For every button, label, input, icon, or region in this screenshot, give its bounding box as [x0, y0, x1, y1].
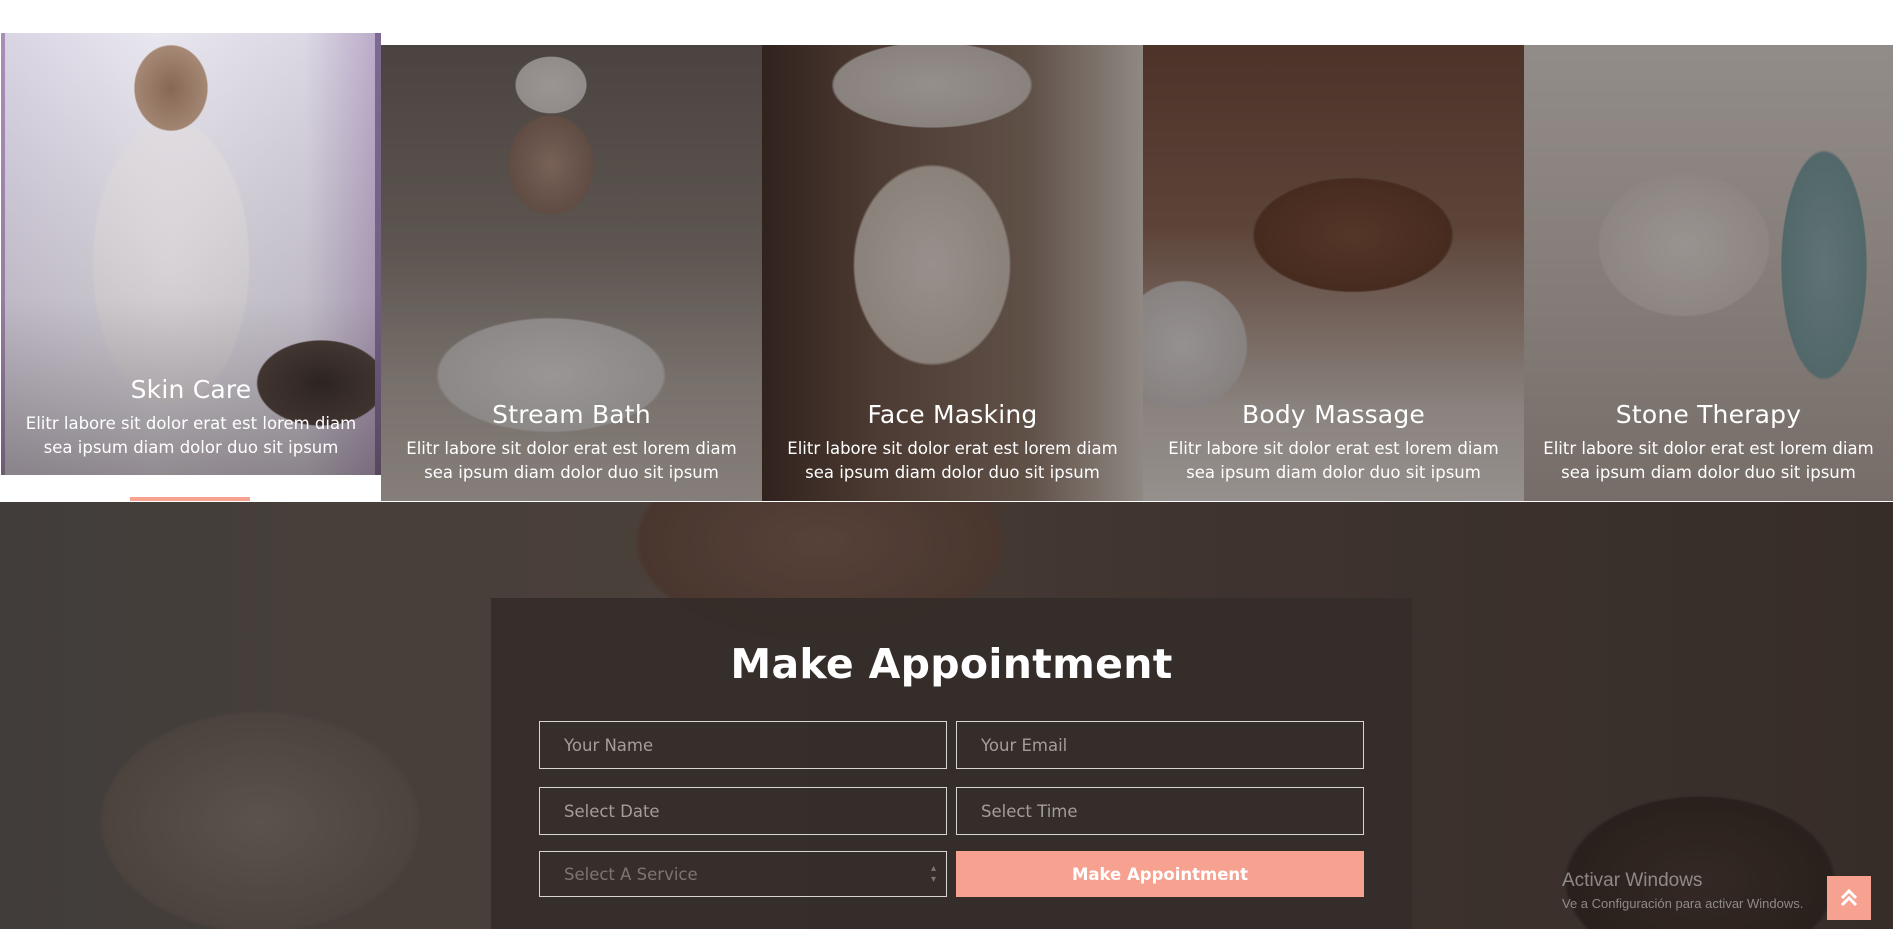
service-description: Elitr labore sit dolor erat est lorem di…	[406, 439, 737, 482]
image-overlay	[1524, 45, 1893, 501]
service-card-skin-care[interactable]: Skin Care Elitr labore sit dolor erat es…	[0, 33, 381, 501]
back-to-top-button[interactable]	[1827, 876, 1871, 920]
image-overlay	[762, 45, 1143, 501]
service-title: Body Massage	[1242, 400, 1425, 429]
date-input[interactable]	[539, 787, 947, 835]
service-select[interactable]: Select A Service ▴ ▾	[539, 851, 947, 897]
double-chevron-up-icon	[1840, 888, 1858, 907]
service-select-label: Select A Service	[564, 864, 698, 884]
email-input[interactable]	[956, 721, 1364, 769]
services-row: Skin Care Elitr labore sit dolor erat es…	[0, 0, 1893, 502]
name-input[interactable]	[539, 721, 947, 769]
make-appointment-button[interactable]: Make Appointment	[956, 851, 1364, 897]
appointment-section: Make Appointment Select A Service ▴▾ Mak…	[0, 502, 1893, 929]
service-description: Elitr labore sit dolor erat est lorem di…	[1168, 439, 1499, 482]
updown-arrow-icon: ▴ ▾	[930, 863, 936, 885]
service-title: Face Masking	[867, 400, 1038, 429]
image-overlay	[1, 33, 381, 475]
service-card-body-massage[interactable]: Body Massage Elitr labore sit dolor erat…	[1143, 45, 1524, 501]
service-title: Skin Care	[130, 375, 252, 404]
read-more-button[interactable]	[130, 497, 250, 501]
service-card-face-masking[interactable]: Face Masking Elitr labore sit dolor erat…	[762, 45, 1143, 501]
watermark-subtitle: Ve a Configuración para activar Windows.	[1562, 896, 1804, 911]
watermark-title: Activar Windows	[1562, 870, 1703, 891]
service-card-stream-bath[interactable]: Stream Bath Elitr labore sit dolor erat …	[381, 45, 762, 501]
service-description: Elitr labore sit dolor erat est lorem di…	[1543, 439, 1874, 482]
appointment-heading: Make Appointment	[730, 640, 1173, 688]
service-title: Stream Bath	[492, 400, 651, 429]
service-description: Elitr labore sit dolor erat est lorem di…	[25, 414, 357, 457]
windows-activation-watermark: Activar Windows Ve a Configuración para …	[1562, 870, 1803, 911]
image-overlay	[381, 45, 762, 501]
service-description: Elitr labore sit dolor erat est lorem di…	[787, 439, 1118, 482]
service-card-stone-therapy[interactable]: Stone Therapy Elitr labore sit dolor era…	[1524, 45, 1893, 501]
time-input[interactable]	[956, 787, 1364, 835]
appointment-form: Make Appointment Select A Service ▴▾ Mak…	[491, 598, 1412, 929]
image-overlay	[1143, 45, 1524, 501]
service-image-skin-care: Skin Care Elitr labore sit dolor erat es…	[1, 33, 381, 475]
service-title: Stone Therapy	[1615, 400, 1802, 429]
